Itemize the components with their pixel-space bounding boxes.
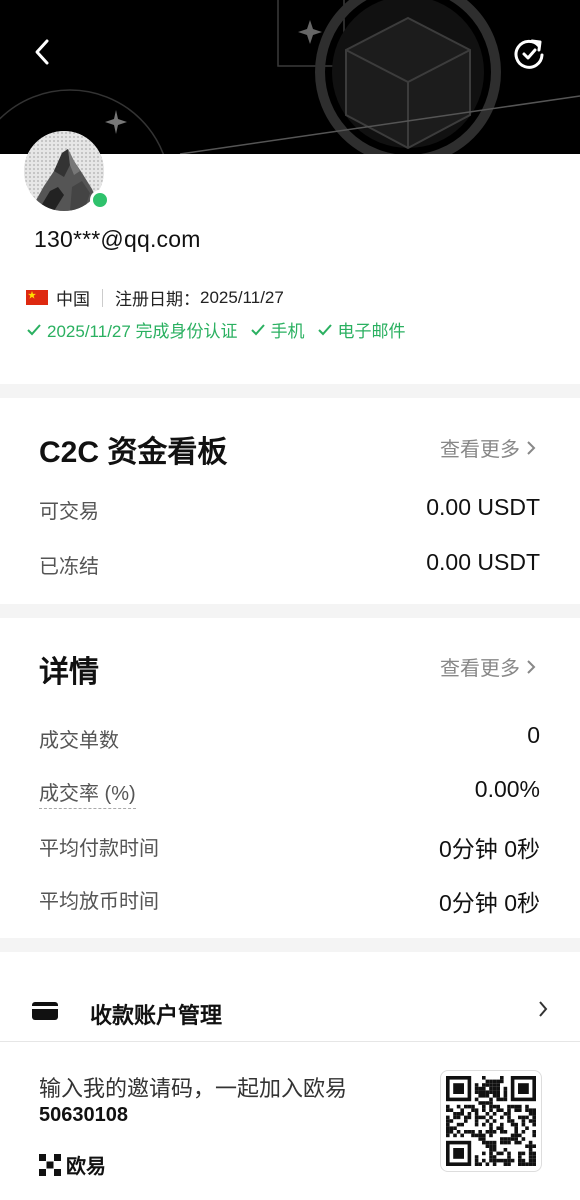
chevron-left-icon (35, 39, 49, 65)
details-orders-value: 0 (527, 722, 540, 748)
details-title: 详情 (39, 656, 99, 689)
funds-frozen-label: 已冻结 (39, 556, 99, 578)
qr-code-image (446, 1076, 536, 1166)
details-avg-pay-label: 平均付款时间 (39, 838, 159, 860)
card-icon (32, 1002, 58, 1020)
details-completion-rate-value: 0.00% (474, 776, 540, 802)
verification-phone-label: 手机 (270, 322, 305, 341)
funds-available-value: 0.00 USDT (426, 494, 540, 520)
verification-email: 电子邮件 (317, 317, 406, 342)
invite-text: 输入我的邀请码，一起加入欧易 (39, 1076, 348, 1101)
verification-row: 2025/11/27 完成身份认证 手机 电子邮件 (26, 317, 418, 342)
country-label: 中国 (56, 290, 90, 309)
back-button[interactable] (22, 32, 62, 72)
invite-code: 50630108 (39, 1104, 128, 1126)
details-more-label: 查看更多 (440, 658, 520, 680)
details-avg-pay-value: 0分钟 0秒 (439, 836, 540, 862)
payment-account-management-row[interactable]: 收款账户管理 (0, 980, 580, 1042)
check-icon (27, 323, 41, 335)
details-orders-label: 成交单数 (39, 730, 119, 752)
details-completion-rate-label[interactable]: 成交率 (%) (39, 777, 136, 809)
funds-more-label: 查看更多 (440, 439, 520, 461)
section-separator (0, 384, 580, 398)
refresh-button[interactable] (506, 30, 552, 76)
payment-account-label: 收款账户管理 (90, 1003, 223, 1028)
section-separator (0, 938, 580, 952)
brand-name: 欧易 (66, 1156, 106, 1178)
check-icon (317, 323, 332, 335)
verification-identity-label: 2025/11/27 完成身份认证 (47, 322, 238, 341)
invite-qr-code[interactable] (440, 1070, 542, 1172)
chevron-right-icon (539, 1001, 548, 1017)
funds-title: C2C 资金看板 (39, 436, 228, 469)
okx-logo-icon (39, 1153, 61, 1176)
profile-info-row: 中国 注册日期： 2025/11/27 (26, 285, 284, 310)
details-more-link[interactable]: 查看更多 (440, 652, 536, 681)
check-icon (250, 323, 265, 335)
chevron-right-icon (527, 440, 536, 455)
avatar-container (24, 131, 110, 211)
details-avg-release-label: 平均放币时间 (39, 891, 159, 913)
online-status-indicator (90, 190, 110, 210)
funds-frozen-value: 0.00 USDT (426, 549, 540, 575)
funds-more-link[interactable]: 查看更多 (440, 433, 536, 462)
register-label: 注册日期： (115, 290, 200, 309)
verification-identity: 2025/11/27 完成身份认证 (26, 317, 238, 342)
section-separator (0, 604, 580, 618)
refresh-icon (514, 39, 544, 69)
register-date: 2025/11/27 (200, 287, 284, 307)
china-flag-icon (26, 290, 48, 305)
verification-email-label: 电子邮件 (337, 322, 406, 341)
divider (102, 288, 103, 307)
funds-available-label: 可交易 (39, 501, 99, 523)
user-email: 130***@qq.com (34, 226, 201, 252)
details-avg-release-value: 0分钟 0秒 (439, 890, 540, 916)
verification-phone: 手机 (250, 317, 305, 342)
brand-logo: 欧易 (39, 1150, 106, 1179)
chevron-right-icon (527, 659, 536, 674)
